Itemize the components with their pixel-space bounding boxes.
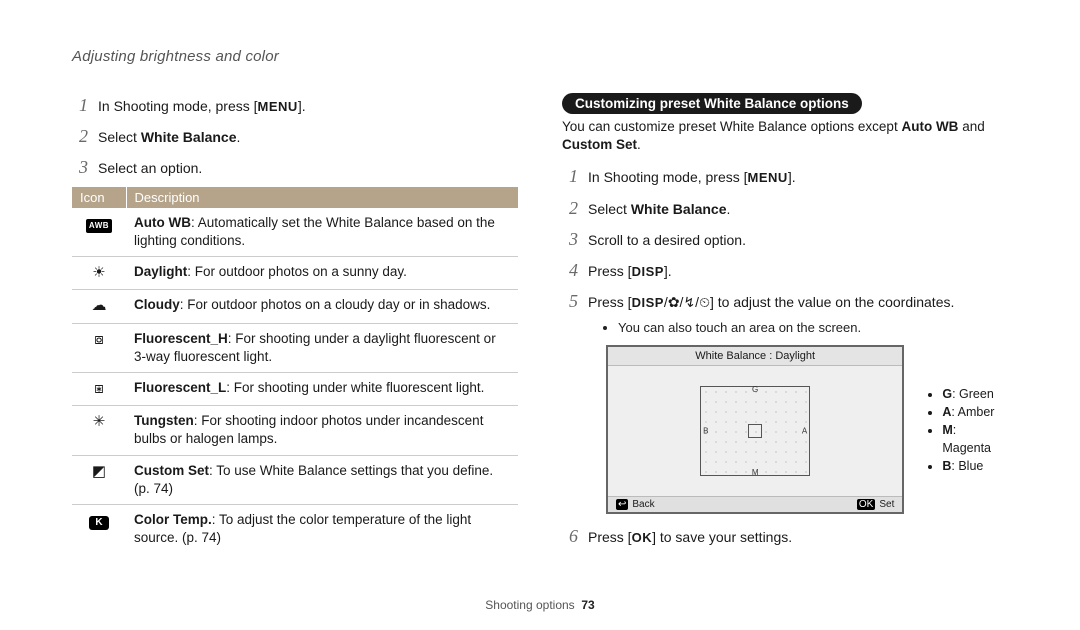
grid-label-m: M [752,468,759,477]
wb-cursor [748,424,762,438]
color-legend: G: GreenA: AmberM: MagentaB: Blue [926,385,1008,476]
wb-icon-cell: ⧆ [72,372,126,405]
flash-icon: ↯ [683,294,695,310]
wb-description-cell: Cloudy: For outdoor photos on a cloudy d… [126,290,518,323]
color-temp-icon: K [89,516,108,530]
footer-back: ↩Back [616,499,655,510]
step-4: 4 Press [DISP]. [562,258,1008,283]
wb-description-cell: Color Temp.: To adjust the color tempera… [126,505,518,554]
grid-label-g: G [752,385,758,394]
auto-wb-icon: AWB [86,219,112,234]
legend-item: A: Amber [942,403,1008,421]
menu-button-label: MENU [748,170,788,185]
step-5: 5 Press [DISP/✿/↯/⏲] to adjust the value… [562,289,1008,314]
legend-item: B: Blue [942,457,1008,475]
table-row: ☀Daylight: For outdoor photos on a sunny… [72,257,518,290]
right-column: Customizing preset White Balance options… [562,93,1008,556]
menu-button-label: MENU [258,99,298,114]
table-row: ⧇Fluorescent_H: For shooting under a day… [72,323,518,372]
subsection-heading: Customizing preset White Balance options [562,93,862,114]
wb-description-cell: Fluorescent_H: For shooting under a dayl… [126,323,518,372]
camera-lcd-preview: White Balance : Daylight G M B A ↩Back O… [606,345,904,514]
disp-button-label: DISP [632,264,664,279]
wb-icon-cell: K [72,505,126,554]
wb-icon-cell: ✳ [72,406,126,455]
legend-item: G: Green [942,385,1008,403]
ok-icon: OK [857,499,875,510]
step-3: 3 Scroll to a desired option. [562,227,1008,252]
step-text: . [237,129,241,145]
step-text: Select [98,129,141,145]
intro-text: You can customize preset White Balance o… [562,118,1008,154]
step-1: 1 In Shooting mode, press [MENU]. [562,164,1008,189]
col-header-icon: Icon [72,187,126,208]
back-icon: ↩ [616,499,628,510]
step-number: 3 [72,155,88,180]
step-text: In Shooting mode, press [ [98,98,258,114]
table-row: ⧆Fluorescent_L: For shooting under white… [72,372,518,405]
section-title: Adjusting brightness and color [72,48,1008,65]
two-column-layout: 1 In Shooting mode, press [MENU]. 2 Sele… [72,93,1008,556]
grid-label-a: A [802,427,807,436]
wb-description-cell: Auto WB: Automatically set the White Bal… [126,208,518,257]
ok-button-label: OK [632,530,653,545]
macro-icon: ✿ [668,294,680,310]
step-2: 2 Select White Balance. [72,124,518,149]
wb-icon-cell: ☀ [72,257,126,290]
table-row: ✳Tungsten: For shooting indoor photos un… [72,406,518,455]
step-3: 3 Select an option. [72,155,518,180]
timer-icon: ⏲ [699,294,710,310]
col-header-description: Description [126,187,518,208]
table-row: ☁Cloudy: For outdoor photos on a cloudy … [72,290,518,323]
wb-description-cell: Custom Set: To use White Balance setting… [126,455,518,504]
step-6: 6 Press [OK] to save your settings. [562,524,1008,549]
wb-description-cell: Tungsten: For shooting indoor photos und… [126,406,518,455]
wb-icon-cell: ☁ [72,290,126,323]
wb-description-cell: Fluorescent_L: For shooting under white … [126,372,518,405]
white-balance-label: White Balance [631,201,727,217]
table-row: ◩Custom Set: To use White Balance settin… [72,455,518,504]
grid-label-b: B [703,427,708,436]
screen-title: White Balance : Daylight [608,347,902,366]
table-row: K Color Temp.: To adjust the color temper… [72,505,518,554]
white-balance-label: White Balance [141,129,237,145]
page-footer: Shooting options 73 [0,598,1080,612]
wb-icon-cell: ◩ [72,455,126,504]
legend-item: M: Magenta [942,421,1008,457]
left-column: 1 In Shooting mode, press [MENU]. 2 Sele… [72,93,518,556]
table-row: AWB Auto WB: Automatically set the White … [72,208,518,257]
step-text: ]. [298,98,306,114]
step-1: 1 In Shooting mode, press [MENU]. [72,93,518,118]
footer-set: OKSet [857,499,894,510]
wb-icon-cell: AWB [72,208,126,257]
wb-adjustment-grid: G M B A [700,386,810,476]
wb-description-cell: Daylight: For outdoor photos on a sunny … [126,257,518,290]
step-number: 1 [72,93,88,118]
white-balance-table: Icon Description AWB Auto WB: Automatical… [72,187,518,554]
wb-icon-cell: ⧇ [72,323,126,372]
step-5-note: You can also touch an area on the screen… [618,320,1008,335]
step-number: 2 [72,124,88,149]
step-2: 2 Select White Balance. [562,196,1008,221]
step-text: Select an option. [98,159,518,179]
disp-button-label: DISP [632,295,664,310]
